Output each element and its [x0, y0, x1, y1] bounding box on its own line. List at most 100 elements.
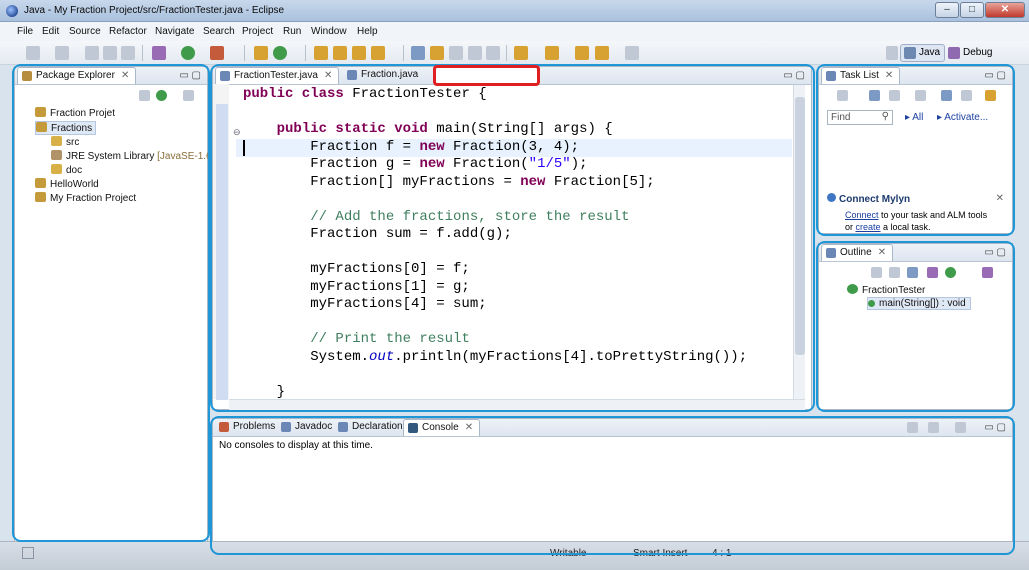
editor-vertical-scrollbar[interactable] [793, 85, 805, 399]
menu-file[interactable]: File [17, 26, 33, 37]
open-folder-icon[interactable] [314, 46, 328, 60]
menu-search[interactable]: Search [203, 26, 235, 37]
open-console-icon[interactable] [955, 422, 966, 433]
back-icon[interactable] [595, 46, 609, 60]
menu-run[interactable]: Run [283, 26, 301, 37]
tab-outline[interactable]: Outline ✕ [821, 244, 894, 261]
tab-declaration[interactable]: Declaration [334, 419, 409, 436]
menu-refactor[interactable]: Refactor [109, 26, 147, 37]
tab-javadoc[interactable]: Javadoc [277, 419, 338, 436]
categorized-icon[interactable] [869, 90, 880, 101]
minimize-maximize-icon[interactable]: ▭ ▢ [984, 422, 1006, 433]
hide-local-icon[interactable] [945, 267, 956, 278]
run-icon[interactable] [181, 46, 195, 60]
tree-item[interactable]: HelloWorld [35, 178, 99, 190]
menu-source[interactable]: Source [69, 26, 101, 37]
debug-icon[interactable] [152, 46, 166, 60]
connect-link[interactable]: Connect [845, 210, 879, 220]
view-menu-icon[interactable] [183, 90, 194, 101]
external-tools-icon[interactable] [210, 46, 224, 60]
prev-annotation-icon[interactable] [545, 46, 559, 60]
last-edit-icon[interactable] [575, 46, 589, 60]
pin-console-icon[interactable] [907, 422, 918, 433]
find-input[interactable]: Find ⚲ [827, 110, 893, 125]
show-whitespace-icon[interactable] [468, 46, 482, 60]
class-icon [847, 284, 858, 294]
open-task-icon[interactable] [333, 46, 347, 60]
toggle-mark-icon[interactable] [411, 46, 425, 60]
minimize-maximize-icon[interactable]: ▭ ▢ [783, 70, 805, 81]
collapse-icon[interactable] [961, 90, 972, 101]
console-panel: Problems Javadoc Declaration Console ✕ ▭ … [212, 418, 1013, 554]
activate-link[interactable]: ▸ Activate... [937, 112, 988, 123]
block-select-icon[interactable] [449, 46, 463, 60]
tab-package-explorer[interactable]: Package Explorer ✕ [17, 67, 137, 84]
method-icon [868, 300, 875, 307]
outline-filter-icon[interactable] [982, 267, 993, 278]
focus-icon[interactable] [985, 90, 996, 101]
minimize-maximize-icon[interactable]: ▭ ▢ [984, 247, 1006, 258]
save-all-icon[interactable] [103, 46, 117, 60]
create-link[interactable]: create [856, 222, 881, 232]
open-type-icon[interactable] [55, 46, 69, 60]
tree-item[interactable]: JRE System Library [JavaSE-1.6] [51, 150, 214, 162]
fast-view-icon[interactable] [22, 547, 34, 559]
menu-help[interactable]: Help [357, 26, 378, 37]
print-icon[interactable] [121, 46, 135, 60]
search-icon[interactable] [352, 46, 366, 60]
next-annotation-icon[interactable] [514, 46, 528, 60]
tree-item[interactable]: My Fraction Project [35, 192, 136, 204]
debug-perspective-button[interactable]: Debug [944, 44, 997, 62]
minimize-maximize-icon[interactable]: ▭ ▢ [179, 70, 201, 81]
hide-fields-icon[interactable] [871, 267, 882, 278]
java-perspective-icon [904, 47, 916, 59]
new-java-project-icon[interactable] [254, 46, 268, 60]
open-perspective-icon[interactable] [886, 46, 898, 60]
menu-project[interactable]: Project [242, 26, 273, 37]
status-bar: Writable Smart Insert 4 : 1 [0, 541, 1029, 570]
info-icon [827, 193, 836, 202]
link-editor-icon[interactable] [156, 90, 167, 101]
collapse-all-icon[interactable] [139, 90, 150, 101]
code-editor[interactable]: public class FractionTester { public sta… [243, 86, 747, 401]
tree-item[interactable]: Fraction Projet [35, 107, 115, 119]
tab-problems[interactable]: Problems [215, 419, 281, 436]
debug-perspective-icon [948, 47, 960, 59]
collapse-marker-icon[interactable]: ⊖ [233, 127, 241, 138]
display-console-icon[interactable] [928, 422, 939, 433]
tab-console[interactable]: Console ✕ [403, 419, 481, 436]
editor-horizontal-scrollbar[interactable] [229, 399, 805, 410]
forward-icon[interactable] [625, 46, 639, 60]
outline-class[interactable]: FractionTester [847, 284, 925, 296]
new-class-icon[interactable] [273, 46, 287, 60]
java-perspective-button[interactable]: Java [900, 44, 946, 62]
tab-task-list[interactable]: Task List ✕ [821, 67, 901, 84]
close-button[interactable]: ✕ [985, 2, 1025, 18]
tree-item[interactable]: doc [51, 164, 82, 176]
menu-navigate[interactable]: Navigate [155, 26, 194, 37]
sort-icon[interactable] [889, 267, 900, 278]
hide-nonpublic-icon[interactable] [927, 267, 938, 278]
all-link[interactable]: ▸ All [905, 112, 923, 123]
menu-window[interactable]: Window [311, 26, 347, 37]
save-icon[interactable] [85, 46, 99, 60]
sync-icon[interactable] [915, 90, 926, 101]
menu-edit[interactable]: Edit [42, 26, 59, 37]
new-task-icon[interactable] [837, 90, 848, 101]
highlight-icon[interactable] [430, 46, 444, 60]
pencil-icon[interactable] [371, 46, 385, 60]
hide-static-icon[interactable] [907, 267, 918, 278]
pilcrow-icon[interactable] [486, 46, 500, 60]
outline-method[interactable]: main(String[]) : void [867, 297, 971, 310]
tab-fraction-java[interactable]: Fraction.java [343, 67, 424, 84]
tree-item[interactable]: Fractions [35, 121, 97, 135]
minimize-button[interactable]: – [935, 2, 959, 18]
maximize-button[interactable]: □ [960, 2, 984, 18]
tab-fractiontester-java[interactable]: FractionTester.java ✕ [215, 67, 340, 84]
close-icon[interactable]: ✕ [996, 193, 1004, 204]
minimize-maximize-icon[interactable]: ▭ ▢ [984, 70, 1006, 81]
tree-item[interactable]: src [51, 136, 79, 148]
hide-completed-icon[interactable] [941, 90, 952, 101]
scheduled-icon[interactable] [889, 90, 900, 101]
new-icon[interactable] [26, 46, 40, 60]
